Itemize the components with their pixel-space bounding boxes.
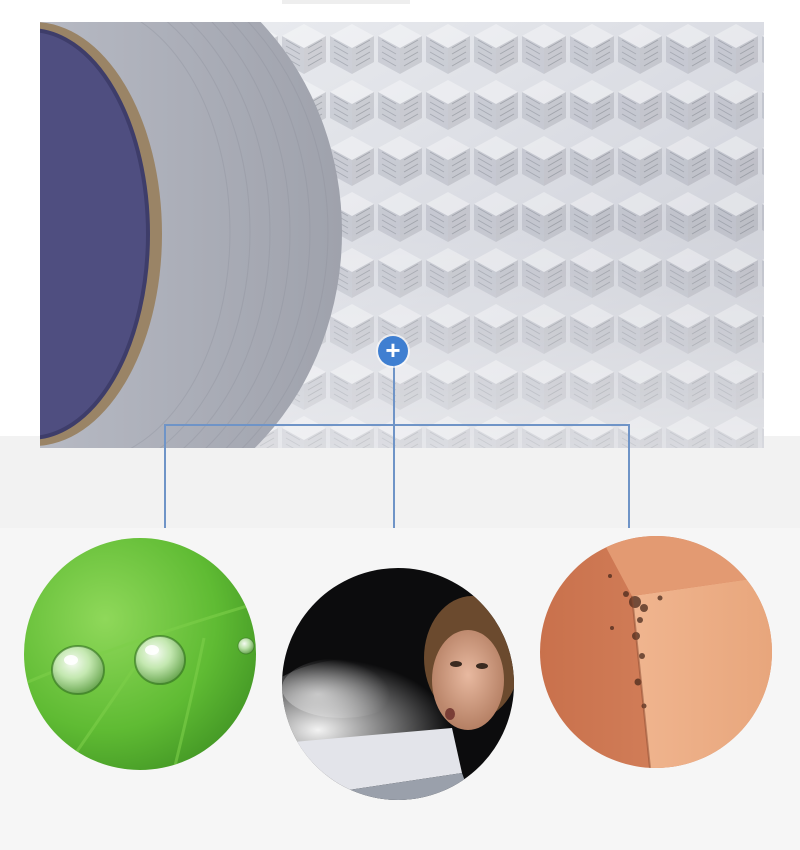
connector-line-left <box>164 424 166 528</box>
person-blowing-dust-icon <box>282 568 514 800</box>
water-droplets-icon <box>24 538 256 770</box>
connector-line-right <box>628 424 630 528</box>
top-strip <box>282 0 410 4</box>
foil-tape-roll-image <box>40 22 764 448</box>
product-feature-page: + <box>0 0 800 850</box>
plus-icon[interactable]: + <box>378 336 408 366</box>
foil-tape-roll-illustration <box>40 22 764 448</box>
connector-line-center <box>393 362 395 528</box>
mold-proof-wall-corner-image <box>540 536 772 768</box>
moldy-wall-corner-icon <box>540 536 772 768</box>
connector-line-horizontal <box>164 424 630 426</box>
background-band-mid <box>0 436 800 528</box>
waterproof-leaf-droplets-image <box>24 538 256 770</box>
dustproof-blowing-dust-image <box>282 568 514 800</box>
